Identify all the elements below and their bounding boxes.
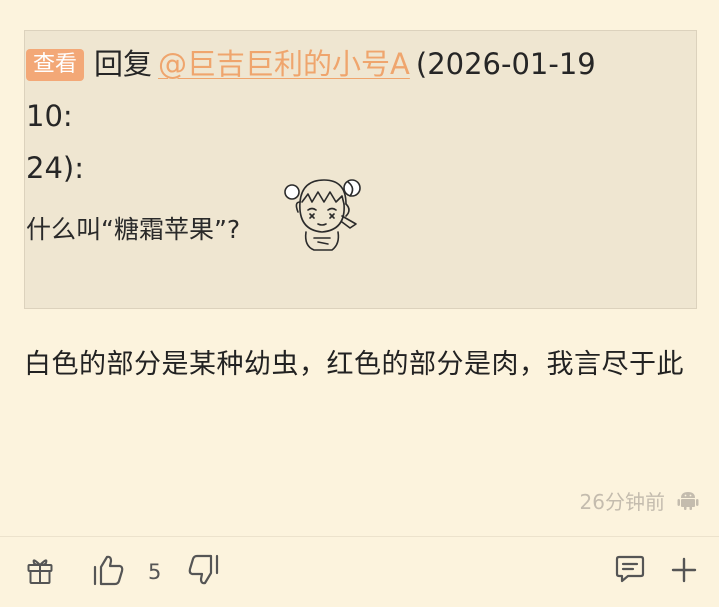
quoted-comment-text: 什么叫“糖霜苹果”? [26, 215, 241, 244]
thumbs-down-icon[interactable] [186, 553, 220, 587]
anime-sticker-image [284, 179, 361, 251]
like-count: 5 [148, 560, 162, 584]
mention-link[interactable]: @巨吉巨利的小号A [158, 47, 410, 81]
comment-text: 白色的部分是某种幼虫，红色的部分是肉，我言尽于此 [24, 349, 684, 380]
thumbs-up-icon[interactable] [92, 553, 126, 587]
quote-header: 查看 回复 @巨吉巨利的小号A (2026-01-19 10: 24): [26, 38, 646, 194]
comment-icon[interactable] [614, 554, 646, 584]
plus-icon[interactable] [671, 557, 697, 583]
action-bar-divider [0, 536, 719, 537]
quote-timestamp-part2: 24): [26, 151, 84, 185]
android-icon [677, 492, 699, 510]
gift-icon[interactable] [26, 555, 54, 585]
view-button[interactable]: 查看 [26, 49, 85, 81]
comment-time: 26分钟前 [579, 490, 665, 514]
reply-label: 回复 [94, 47, 153, 81]
